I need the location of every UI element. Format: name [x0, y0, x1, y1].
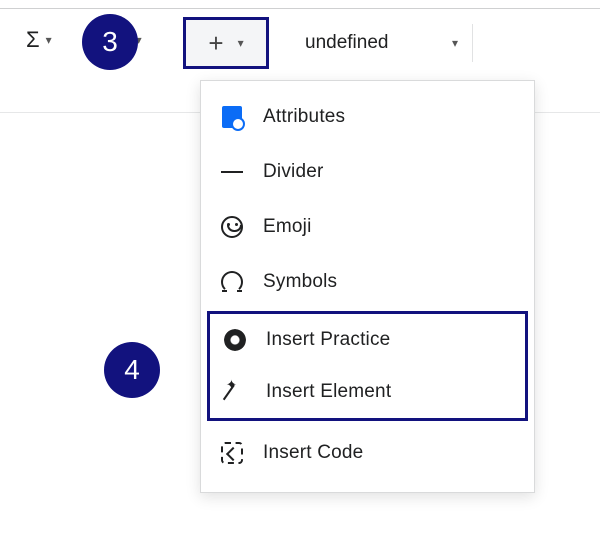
sigma-icon: Σ	[26, 27, 40, 53]
menu-item-label: Emoji	[263, 216, 312, 238]
menu-item-label: Divider	[263, 161, 324, 183]
plus-icon: +	[208, 30, 223, 56]
menu-item-label: Insert Code	[263, 442, 363, 464]
menu-item-attributes[interactable]: Attributes	[201, 89, 534, 144]
menu-item-label: Insert Practice	[266, 329, 390, 351]
highlighted-menu-group: Insert Practice Insert Element	[207, 311, 528, 421]
chevron-down-icon: ▾	[238, 36, 244, 50]
equation-dropdown[interactable]: Σ ▾	[18, 18, 60, 62]
menu-item-label: Symbols	[263, 271, 337, 293]
insert-menu: Attributes Divider Emoji Symbols Insert …	[200, 80, 535, 493]
code-icon	[219, 440, 245, 466]
menu-item-insert-practice[interactable]: Insert Practice	[210, 314, 525, 366]
chevron-down-icon: ▾	[452, 36, 458, 50]
callout-badge-4: 4	[104, 342, 160, 398]
wand-icon	[222, 379, 248, 405]
menu-item-emoji[interactable]: Emoji	[201, 199, 534, 254]
menu-item-divider[interactable]: Divider	[201, 144, 534, 199]
insert-stuff-button[interactable]: + ▾	[183, 17, 269, 69]
practice-icon	[222, 327, 248, 353]
menu-item-symbols[interactable]: Symbols	[201, 254, 534, 309]
menu-item-insert-code[interactable]: Insert Code	[201, 425, 534, 480]
attributes-icon	[219, 104, 245, 130]
omega-icon	[219, 269, 245, 295]
menu-item-label: Attributes	[263, 106, 345, 128]
callout-badge-3: 3	[82, 14, 138, 70]
menu-item-label: Insert Element	[266, 381, 391, 403]
menu-item-insert-element[interactable]: Insert Element	[210, 366, 525, 418]
chevron-down-icon: ▾	[46, 33, 52, 47]
toolbar-top-rule	[0, 8, 600, 9]
emoji-icon	[219, 214, 245, 240]
format-dropdown-label: undefined	[305, 32, 388, 54]
format-dropdown[interactable]: undefined ▾	[283, 24, 473, 62]
divider-icon	[219, 159, 245, 185]
